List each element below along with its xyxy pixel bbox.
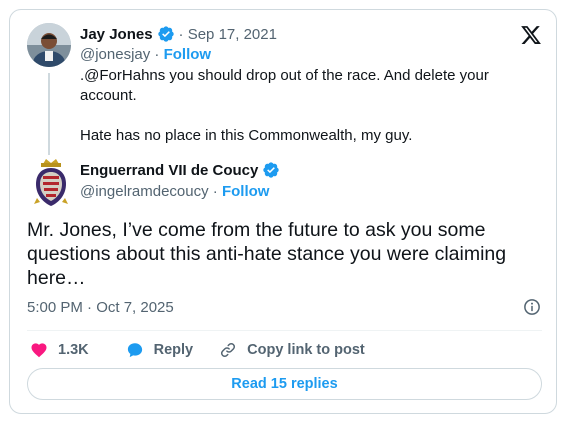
quoted-date[interactable]: · Sep 17, 2021: [179, 26, 277, 43]
avatar-coat-of-arms[interactable]: [29, 158, 73, 210]
copy-link-label: Copy link to post: [247, 342, 365, 358]
separator: ·: [150, 46, 164, 63]
follow-button[interactable]: Follow: [222, 183, 270, 200]
x-logo-icon[interactable]: [520, 24, 542, 46]
main-handle-row: @ingelramdecoucy · Follow: [80, 183, 269, 200]
action-bar: 1.3K Reply Copy link to post: [30, 340, 365, 360]
thread-connector-line: [48, 73, 50, 155]
main-author-name[interactable]: Enguerrand VII de Coucy: [80, 162, 258, 179]
read-replies-button[interactable]: Read 15 replies: [27, 368, 542, 400]
copy-link-button[interactable]: Copy link to post: [219, 341, 365, 359]
avatar-jay-jones[interactable]: [27, 23, 71, 67]
main-tweet-text: Mr. Jones, I’ve come from the future to …: [27, 219, 507, 289]
quoted-handle[interactable]: @jonesjay: [80, 46, 150, 63]
quoted-tweet-text: .@ForHahns you should drop out of the ra…: [80, 67, 489, 144]
verified-badge-icon: [157, 26, 174, 42]
reply-label: Reply: [153, 342, 194, 358]
quoted-author-name[interactable]: Jay Jones: [80, 26, 153, 43]
heart-icon: [31, 343, 47, 358]
like-button[interactable]: 1.3K: [30, 341, 89, 359]
info-icon[interactable]: [523, 298, 541, 316]
divider: [27, 330, 542, 331]
like-count: 1.3K: [58, 342, 89, 358]
quoted-author-row: Jay Jones · Sep 17, 2021: [80, 25, 277, 43]
quoted-handle-row: @jonesjay · Follow: [80, 46, 211, 63]
read-replies-label: Read 15 replies: [231, 376, 338, 392]
verified-badge-icon: [263, 162, 280, 178]
tweet-timestamp[interactable]: 5:00 PM · Oct 7, 2025: [27, 299, 174, 316]
link-icon: [221, 342, 236, 358]
tweet-embed-card: Jay Jones · Sep 17, 2021 @jonesjay · Fol…: [9, 9, 557, 414]
reply-bubble-icon: [127, 343, 142, 358]
separator: ·: [208, 183, 222, 200]
main-author-row: Enguerrand VII de Coucy: [80, 161, 284, 179]
follow-button[interactable]: Follow: [164, 46, 212, 63]
main-handle[interactable]: @ingelramdecoucy: [80, 183, 209, 200]
reply-button[interactable]: Reply: [126, 341, 194, 359]
